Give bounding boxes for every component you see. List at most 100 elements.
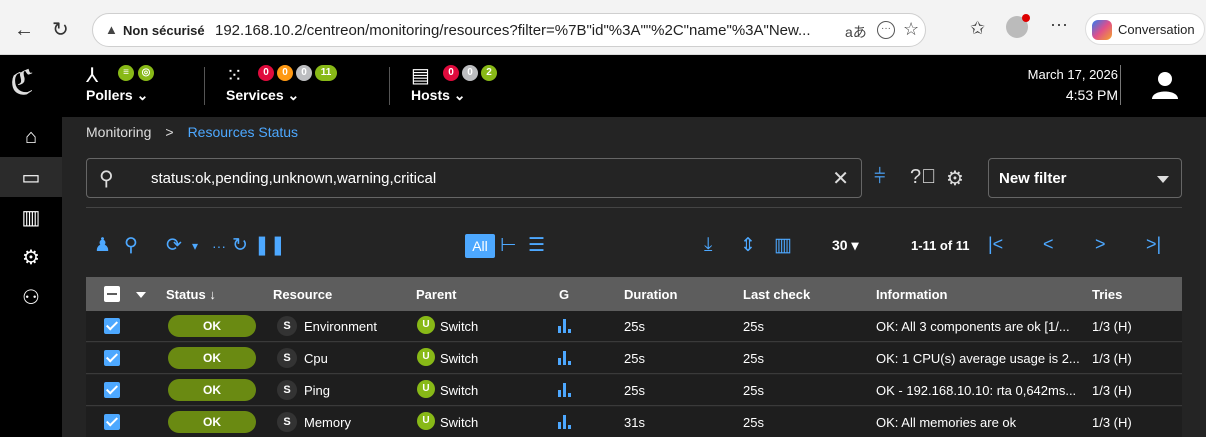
service-type-badge: S xyxy=(277,412,297,432)
per-page-select[interactable]: 30 ▾ xyxy=(832,237,859,254)
copilot-button[interactable]: Conversation xyxy=(1085,13,1205,45)
parent-name[interactable]: Switch xyxy=(440,415,478,430)
last-page-icon[interactable]: >| xyxy=(1146,234,1161,255)
resource-name[interactable]: Environment xyxy=(304,319,377,334)
warning-icon[interactable]: ▲ xyxy=(105,22,118,37)
filter-options-gear-icon[interactable]: ⚙ xyxy=(946,166,964,191)
next-page-icon[interactable]: > xyxy=(1095,234,1106,255)
table-row[interactable]: OK S Environment U Switch 25s 25s OK: Al… xyxy=(86,311,1182,342)
parent-name[interactable]: Switch xyxy=(440,383,478,398)
user-profile-icon[interactable] xyxy=(1150,70,1180,100)
column-last-check[interactable]: Last check xyxy=(743,287,810,302)
section-divider xyxy=(86,207,1182,208)
filter-select-value: New filter xyxy=(999,170,1067,187)
monitoring-icon[interactable]: ▭ xyxy=(0,157,62,197)
database-status-icon: ≡ xyxy=(118,65,134,81)
select-menu-caret-icon[interactable] xyxy=(136,292,146,298)
last-check: 25s xyxy=(743,383,764,398)
insecure-label[interactable]: Non sécurisé xyxy=(123,23,205,38)
page-options-icon[interactable]: ··· xyxy=(877,21,895,39)
list-view-icon[interactable]: ☰ xyxy=(528,234,545,257)
row-checkbox[interactable] xyxy=(104,382,120,398)
search-bar[interactable]: ⚲ ✕ xyxy=(86,158,862,198)
read-aloud-icon[interactable]: aあ xyxy=(845,22,867,42)
search-input[interactable] xyxy=(151,167,811,189)
services-unknown-count[interactable]: 0 xyxy=(296,65,312,81)
column-tries[interactable]: Tries xyxy=(1092,287,1122,302)
resource-name[interactable]: Cpu xyxy=(304,351,328,366)
column-graph[interactable]: G xyxy=(559,287,569,302)
graph-icon[interactable] xyxy=(558,383,574,397)
view-all-button[interactable]: All xyxy=(465,234,495,258)
home-icon[interactable]: ⌂ xyxy=(0,117,62,157)
table-row[interactable]: OK S Memory U Switch 31s 25s OK: All mem… xyxy=(86,407,1182,437)
hosts-unreachable-count[interactable]: 0 xyxy=(462,65,478,81)
check-dropdown-icon[interactable]: ▾ xyxy=(192,239,198,253)
pollers-menu[interactable]: ⅄ ≡ ◎ Pollers ⌄ xyxy=(86,63,186,109)
parent-name[interactable]: Switch xyxy=(440,351,478,366)
column-duration[interactable]: Duration xyxy=(624,287,677,302)
header-divider xyxy=(1120,65,1121,105)
help-icon[interactable]: ?⃝ xyxy=(910,166,936,189)
resource-name[interactable]: Memory xyxy=(304,415,351,430)
hosts-menu[interactable]: ▤ 0 0 2 Hosts ⌄ xyxy=(389,63,521,109)
status-badge: OK xyxy=(168,315,256,337)
parent-name[interactable]: Switch xyxy=(440,319,478,334)
row-checkbox[interactable] xyxy=(104,414,120,430)
configuration-gear-icon[interactable]: ⚙ xyxy=(0,237,62,277)
url-text[interactable]: 192.168.10.2/centreon/monitoring/resourc… xyxy=(215,22,811,39)
graph-icon[interactable] xyxy=(558,351,574,365)
row-checkbox[interactable] xyxy=(104,350,120,366)
column-resource[interactable]: Resource xyxy=(273,287,332,302)
filter-settings-icon[interactable]: ⫩ xyxy=(874,166,885,189)
more-actions-icon[interactable]: ··· xyxy=(212,238,226,254)
pause-refresh-icon[interactable]: ❚❚ xyxy=(254,234,286,257)
resource-name[interactable]: Ping xyxy=(304,383,330,398)
parent-status-badge: U xyxy=(417,348,435,366)
filter-select[interactable]: New filter xyxy=(988,158,1182,198)
hosts-down-count[interactable]: 0 xyxy=(443,65,459,81)
breadcrumb-monitoring[interactable]: Monitoring xyxy=(86,124,151,140)
favorite-star-icon[interactable]: ☆ xyxy=(903,19,919,40)
export-icon[interactable]: ⤓ xyxy=(704,234,712,256)
table-row[interactable]: OK S Ping U Switch 25s 25s OK - 192.168.… xyxy=(86,375,1182,406)
previous-page-icon[interactable]: < xyxy=(1043,234,1054,255)
parent-status-badge: U xyxy=(417,412,435,430)
centreon-logo-icon[interactable]: ℭ xyxy=(10,63,52,107)
more-menu-icon[interactable]: ··· xyxy=(1050,14,1068,35)
favorites-icon[interactable]: ✩ xyxy=(970,18,985,39)
select-all-checkbox[interactable] xyxy=(104,286,120,302)
services-menu[interactable]: ⁙ 0 0 0 11 Services ⌄ xyxy=(204,63,376,109)
hosts-up-count[interactable]: 2 xyxy=(481,65,497,81)
column-information[interactable]: Information xyxy=(876,287,948,302)
clear-search-icon[interactable]: ✕ xyxy=(832,166,849,191)
profile-avatar[interactable] xyxy=(1006,14,1030,38)
acknowledge-icon[interactable]: ♟ xyxy=(94,234,111,257)
clock: March 17, 2026 4:53 PM xyxy=(1028,65,1118,105)
services-icon: ⁙ xyxy=(226,65,243,87)
column-status[interactable]: Status ↓ xyxy=(166,287,216,302)
tree-view-icon[interactable]: ⊢ xyxy=(500,234,517,257)
services-warning-count[interactable]: 0 xyxy=(277,65,293,81)
current-date: March 17, 2026 xyxy=(1027,67,1118,82)
services-ok-count[interactable]: 11 xyxy=(315,65,337,81)
row-checkbox[interactable] xyxy=(104,318,120,334)
graph-icon[interactable] xyxy=(558,319,574,333)
back-icon[interactable]: ← xyxy=(14,20,34,40)
column-parent[interactable]: Parent xyxy=(416,287,456,302)
downtime-icon[interactable]: ⚲ xyxy=(124,234,138,257)
breadcrumb-resources-status[interactable]: Resources Status xyxy=(188,124,299,140)
services-critical-count[interactable]: 0 xyxy=(258,65,274,81)
address-bar[interactable]: ▲ Non sécurisé 192.168.10.2/centreon/mon… xyxy=(92,13,926,47)
table-row[interactable]: OK S Cpu U Switch 25s 25s OK: 1 CPU(s) a… xyxy=(86,343,1182,374)
reload-icon[interactable]: ↻ xyxy=(52,20,69,40)
check-icon[interactable]: ⟳ xyxy=(166,234,182,257)
refresh-icon[interactable]: ↻ xyxy=(232,234,248,257)
columns-icon[interactable]: ▥ xyxy=(774,234,792,257)
first-page-icon[interactable]: |< xyxy=(988,234,1003,255)
graph-icon[interactable] xyxy=(558,415,574,429)
administration-users-icon[interactable]: ⚇ xyxy=(0,277,62,317)
top-header: ℭ ⅄ ≡ ◎ Pollers ⌄ ⁙ 0 0 0 11 Services ⌄ … xyxy=(0,55,1206,117)
reporting-icon[interactable]: ▥ xyxy=(0,197,62,237)
row-height-icon[interactable]: ⇕ xyxy=(740,234,756,257)
